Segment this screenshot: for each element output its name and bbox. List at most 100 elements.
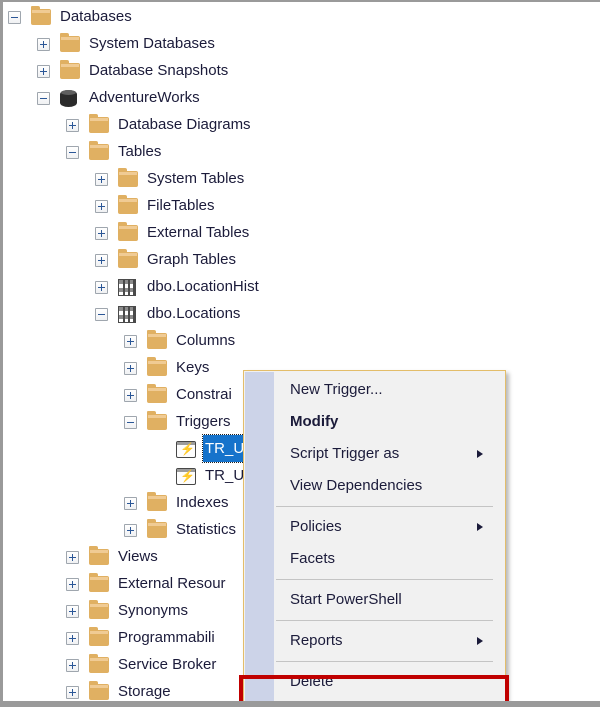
folder-icon — [60, 63, 80, 79]
menu-item-label: Delete — [290, 673, 333, 690]
expand-plus-icon[interactable] — [66, 551, 79, 564]
tree-node-label: Tables — [116, 138, 163, 165]
expand-plus-icon[interactable] — [37, 38, 50, 51]
tree-node-label: Indexes — [174, 489, 231, 516]
expand-plus-icon[interactable] — [66, 578, 79, 591]
table-icon — [118, 279, 136, 296]
menu-item-label: Reports — [290, 632, 343, 649]
folder-icon — [89, 576, 109, 592]
tree-node-label: Columns — [174, 327, 237, 354]
menu-item-facets[interactable]: Facets — [274, 543, 505, 575]
tree-node-label: Databases — [58, 3, 134, 30]
tree-node[interactable]: External Tables — [3, 219, 600, 246]
expand-plus-icon[interactable] — [66, 119, 79, 132]
menu-item-label: Modify — [290, 413, 338, 430]
tree-node[interactable]: System Tables — [3, 165, 600, 192]
context-menu-gutter — [245, 372, 274, 701]
menu-item-reports[interactable]: Reports — [274, 625, 505, 657]
expand-plus-icon[interactable] — [95, 227, 108, 240]
expand-plus-icon[interactable] — [124, 389, 137, 402]
tree-node-label: External Resour — [116, 570, 228, 597]
tree-node-label: Keys — [174, 354, 211, 381]
tree-node[interactable]: Graph Tables — [3, 246, 600, 273]
tree-node[interactable]: AdventureWorks — [3, 84, 600, 111]
menu-item-new-trigger[interactable]: New Trigger... — [274, 374, 505, 406]
expand-plus-icon[interactable] — [66, 659, 79, 672]
object-explorer-pane: DatabasesSystem DatabasesDatabase Snapsh… — [3, 2, 600, 701]
trigger-context-menu[interactable]: New Trigger... Modify Script Trigger as Vie… — [243, 370, 506, 701]
menu-item-policies[interactable]: Policies — [274, 511, 505, 543]
tree-node[interactable]: Database Diagrams — [3, 111, 600, 138]
folder-icon — [89, 684, 109, 700]
collapse-minus-icon[interactable] — [37, 92, 50, 105]
menu-item-label: Policies — [290, 518, 342, 535]
collapse-minus-icon[interactable] — [8, 11, 21, 24]
context-menu-item-list[interactable]: New Trigger... Modify Script Trigger as Vie… — [274, 371, 505, 701]
menu-item-delete[interactable]: Delete — [274, 666, 505, 698]
menu-item-view-dependencies[interactable]: View Dependencies — [274, 470, 505, 502]
tree-node-label: Database Diagrams — [116, 111, 253, 138]
menu-item-modify[interactable]: Modify — [274, 406, 505, 438]
expand-plus-icon[interactable] — [124, 362, 137, 375]
collapse-minus-icon[interactable] — [95, 308, 108, 321]
window-frame: DatabasesSystem DatabasesDatabase Snapsh… — [0, 0, 600, 707]
tree-node-label: dbo.Locations — [145, 300, 242, 327]
expand-plus-icon[interactable] — [124, 335, 137, 348]
tree-node[interactable]: Tables — [3, 138, 600, 165]
tree-node[interactable]: Database Snapshots — [3, 57, 600, 84]
folder-icon — [89, 144, 109, 160]
expand-plus-icon[interactable] — [37, 65, 50, 78]
database-icon — [60, 90, 77, 107]
menu-item-label: View Dependencies — [290, 477, 422, 494]
expand-plus-icon[interactable] — [66, 632, 79, 645]
collapse-minus-icon[interactable] — [66, 146, 79, 159]
submenu-arrow-icon — [477, 637, 483, 645]
tree-node-label: AdventureWorks — [87, 84, 202, 111]
tree-node-label: Graph Tables — [145, 246, 238, 273]
collapse-minus-icon[interactable] — [124, 416, 137, 429]
folder-icon — [147, 522, 167, 538]
tree-node-label: Synonyms — [116, 597, 190, 624]
folder-icon — [89, 117, 109, 133]
expand-plus-icon[interactable] — [124, 497, 137, 510]
expand-plus-icon[interactable] — [95, 254, 108, 267]
folder-icon — [147, 387, 167, 403]
tree-node-label: Views — [116, 543, 160, 570]
tree-node-label: Service Broker — [116, 651, 218, 678]
submenu-arrow-icon — [477, 523, 483, 531]
expand-plus-icon[interactable] — [66, 686, 79, 699]
folder-icon — [60, 36, 80, 52]
menu-item-start-powershell[interactable]: Start PowerShell — [274, 584, 505, 616]
folder-icon — [89, 630, 109, 646]
tree-node-label: Database Snapshots — [87, 57, 230, 84]
menu-item-label: Script Trigger as — [290, 445, 399, 462]
folder-icon — [89, 603, 109, 619]
tree-node-label: External Tables — [145, 219, 251, 246]
tree-node[interactable]: System Databases — [3, 30, 600, 57]
expand-plus-icon[interactable] — [95, 200, 108, 213]
menu-item-script-trigger-as[interactable]: Script Trigger as — [274, 438, 505, 470]
tree-node-label: System Tables — [145, 165, 246, 192]
folder-icon — [147, 360, 167, 376]
folder-icon — [118, 171, 138, 187]
tree-node[interactable]: FileTables — [3, 192, 600, 219]
expand-plus-icon[interactable] — [124, 524, 137, 537]
tree-node[interactable]: dbo.LocationHist — [3, 273, 600, 300]
folder-icon — [147, 414, 167, 430]
folder-icon — [89, 549, 109, 565]
expand-plus-icon[interactable] — [95, 173, 108, 186]
trigger-icon — [176, 441, 196, 458]
expand-plus-icon[interactable] — [66, 605, 79, 618]
expand-plus-icon[interactable] — [95, 281, 108, 294]
tree-node-label: System Databases — [87, 30, 217, 57]
tree-node[interactable]: Databases — [3, 3, 600, 30]
tree-node-label: dbo.LocationHist — [145, 273, 261, 300]
tree-node-label: Constrai — [174, 381, 234, 408]
tree-node[interactable]: Columns — [3, 327, 600, 354]
trigger-icon — [176, 468, 196, 485]
tree-node[interactable]: dbo.Locations — [3, 300, 600, 327]
tree-node-label: TR_U — [203, 462, 246, 489]
tree-node-label: Statistics — [174, 516, 238, 543]
tree-node-label: Programmabili — [116, 624, 217, 651]
folder-icon — [118, 198, 138, 214]
